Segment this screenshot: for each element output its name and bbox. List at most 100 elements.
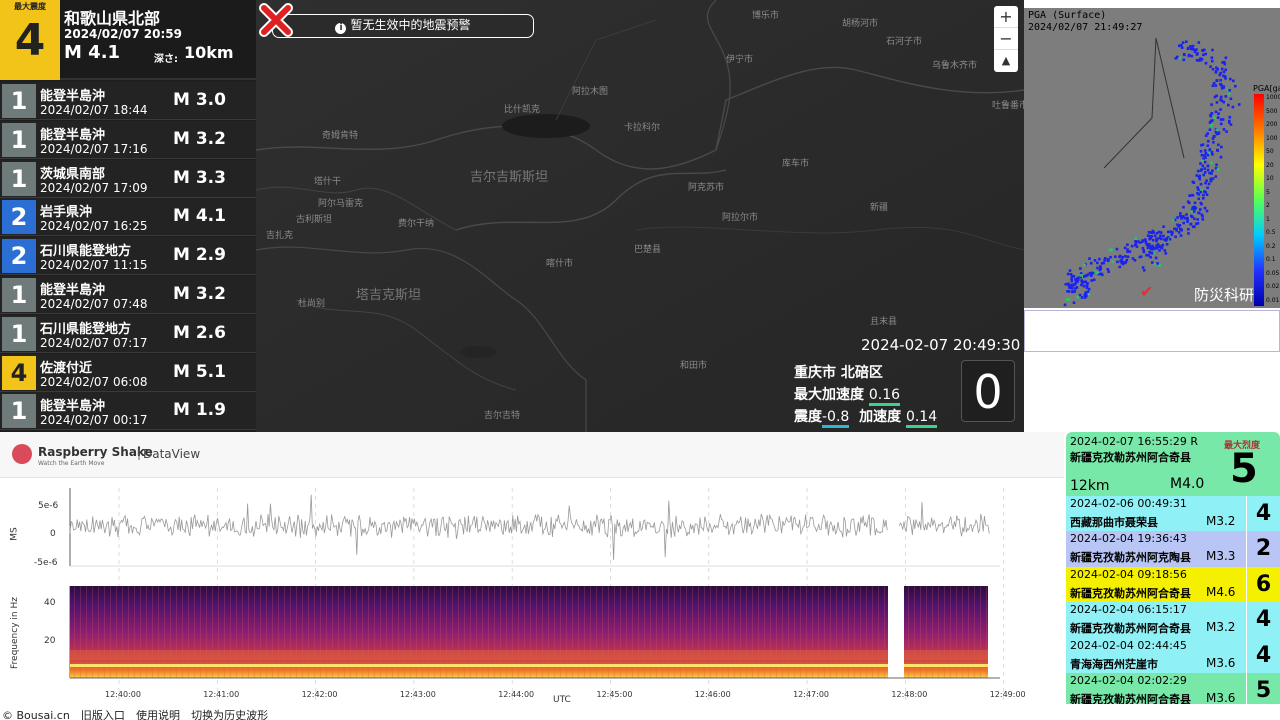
station-dot (1103, 258, 1106, 262)
station-dot (1210, 103, 1213, 106)
raspberry-shake-icon (12, 444, 32, 464)
station-dot (1192, 181, 1196, 184)
station-dot (1130, 244, 1134, 248)
pga-tick: 10 (1266, 175, 1274, 182)
station-dot (1189, 222, 1193, 226)
quake-row[interactable]: 2 岩手県沖 2024/02/07 16:25 M 4.1 (0, 198, 256, 237)
quake-region: 佐渡付近 (40, 360, 93, 376)
quake-row[interactable]: 1 能登半島沖 2024/02/07 18:44 M 3.0 (0, 82, 256, 120)
station-dot (1064, 283, 1068, 286)
quake-row[interactable]: 1 能登半島沖 2024/02/07 17:16 M 3.2 (0, 120, 256, 159)
old-entry-link[interactable]: 旧版入口 (81, 709, 125, 720)
latest-china-quake[interactable]: 2024-02-07 16:55:29 R 新疆克孜勒苏州阿合奇县 12km M… (1066, 432, 1280, 496)
china-quake-intensity: 4 (1246, 637, 1280, 674)
station-dot (1206, 153, 1210, 157)
china-quake-time: 2024-02-04 02:02:29 (1070, 674, 1187, 687)
zoom-in-button[interactable]: + (994, 6, 1018, 28)
zoom-out-button[interactable]: − (994, 28, 1018, 50)
station-dot (1086, 282, 1089, 285)
station-dot (1151, 238, 1155, 242)
station-dot (1206, 164, 1210, 168)
station-dot (1217, 143, 1220, 147)
station-dot (1204, 52, 1207, 56)
brand-separator: | (137, 446, 142, 460)
station-dot (1162, 225, 1165, 228)
station-time: 2024-02-07 20:49:30 (861, 336, 1021, 354)
station-dot (1074, 278, 1078, 281)
quake-row[interactable]: 1 石川県能登地方 2024/02/07 07:17 M 2.6 (0, 314, 256, 353)
station-dot (1176, 55, 1179, 59)
epicenter-map[interactable]: i 暂无生效中的地震预警 + − ▲ 博乐市 胡杨河市 石河子市 伊宁市 乌鲁木齐市 阿拉木… (256, 0, 1024, 432)
china-quake-mag: M3.6 (1206, 655, 1236, 670)
y-tick-top: 5e-6 (38, 501, 59, 511)
station-dot (1210, 124, 1213, 127)
latest-earthquake[interactable]: 最大震度 4 和歌山県北部 2024/02/07 20:59 M 4.1 深さ:… (0, 0, 256, 80)
china-earthquake-list: 2024-02-07 16:55:29 R 新疆克孜勒苏州阿合奇县 12km M… (1066, 432, 1280, 709)
quake-row[interactable]: 1 能登半島沖 2024/02/07 07:48 M 3.2 (0, 276, 256, 314)
brand-name: Raspberry Shake (38, 445, 153, 459)
map-country-label: 吉尔吉斯斯坦 (470, 170, 549, 185)
x-tick: 12:48:00 (891, 690, 928, 699)
station-dot (1216, 149, 1220, 152)
station-dot (1179, 227, 1182, 231)
station-dot (1196, 222, 1200, 225)
station-dot (1153, 263, 1157, 266)
map-country-label: 塔吉克斯坦 (356, 288, 422, 303)
quake-row[interactable]: 2 石川県能登地方 2024/02/07 11:15 M 2.9 (0, 237, 256, 276)
station-dot (1126, 243, 1129, 246)
pga-map[interactable]: PGA (Surface)2024/02/07 21:49:27 PGA[gal… (1024, 0, 1280, 308)
station-dot (1215, 66, 1218, 70)
china-quake-row[interactable]: 2024-02-04 19:36:43 新疆克孜勒苏州阿克陶县 M3.3 2 (1066, 531, 1280, 568)
station-dot (1224, 56, 1228, 60)
station-dot (1200, 213, 1204, 217)
station-dot (1080, 274, 1083, 277)
china-quake-row[interactable]: 2024-02-04 09:18:56 新疆克孜勒苏州阿合奇县 M4.6 6 (1066, 566, 1280, 603)
station-dot (1080, 279, 1083, 282)
latest-quake-depth: 12km (1070, 478, 1110, 494)
freq-axis-label: Frequency in Hz (10, 597, 20, 669)
station-dot (1155, 231, 1159, 235)
station-dot (1121, 255, 1124, 259)
station-dot (1232, 79, 1235, 83)
station-dot (1228, 88, 1231, 92)
station-dot (1215, 128, 1219, 132)
station-dot (1108, 248, 1112, 252)
station-dot (1220, 145, 1223, 149)
station-dot (1167, 230, 1170, 234)
station-dot (1165, 237, 1168, 240)
station-dot (1160, 237, 1163, 241)
china-quake-row[interactable]: 2024-02-06 00:49:31 西藏那曲市聂荣县 M3.2 4 (1066, 496, 1280, 532)
station-dot (1118, 265, 1122, 269)
station-dot (1224, 95, 1228, 98)
station-dot (1187, 228, 1190, 231)
china-quake-region: 新疆克孜勒苏州阿克陶县 (1070, 551, 1191, 565)
station-dot (1227, 92, 1231, 96)
station-dot (1199, 182, 1203, 186)
station-dot (1199, 208, 1202, 211)
y-tick-bot: -5e-6 (34, 558, 58, 568)
station-dot (1096, 271, 1099, 274)
china-quake-row[interactable]: 2024-02-04 06:15:17 新疆克孜勒苏州阿合奇县 M3.2 4 (1066, 602, 1280, 639)
pga-color-scale (1254, 94, 1264, 306)
cross-icon (259, 3, 293, 37)
station-dot (1072, 275, 1076, 278)
china-quake-region: 新疆克孜勒苏州阿合奇县 (1070, 586, 1191, 600)
manual-link[interactable]: 使用说明 (136, 709, 180, 720)
pga-info-box (1024, 310, 1280, 352)
station-dot (1133, 243, 1137, 247)
station-dot (1186, 220, 1189, 223)
latest-intensity: 4 (14, 15, 46, 66)
compass-button[interactable]: ▲ (994, 50, 1018, 72)
station-dot (1182, 221, 1185, 225)
quake-row[interactable]: 1 茨城県南部 2024/02/07 17:09 M 3.3 (0, 159, 256, 198)
china-quake-row[interactable]: 2024-02-04 02:44:45 青海海西州茫崖市 M3.6 4 (1066, 637, 1280, 674)
quake-row[interactable]: 4 佐渡付近 2024/02/07 06:08 M 5.1 (0, 353, 256, 392)
quake-row[interactable]: 1 能登半島沖 2024/02/07 00:17 M 1.9 (0, 392, 256, 431)
history-wave-link[interactable]: 切换为历史波形 (191, 709, 268, 720)
station-dot (1176, 216, 1179, 219)
station-dot (1076, 295, 1079, 299)
quake-region: 石川県能登地方 (40, 321, 132, 337)
station-dot (1203, 160, 1207, 164)
station-dot (1222, 85, 1225, 88)
map-place-label: 吉扎克 (266, 231, 294, 241)
